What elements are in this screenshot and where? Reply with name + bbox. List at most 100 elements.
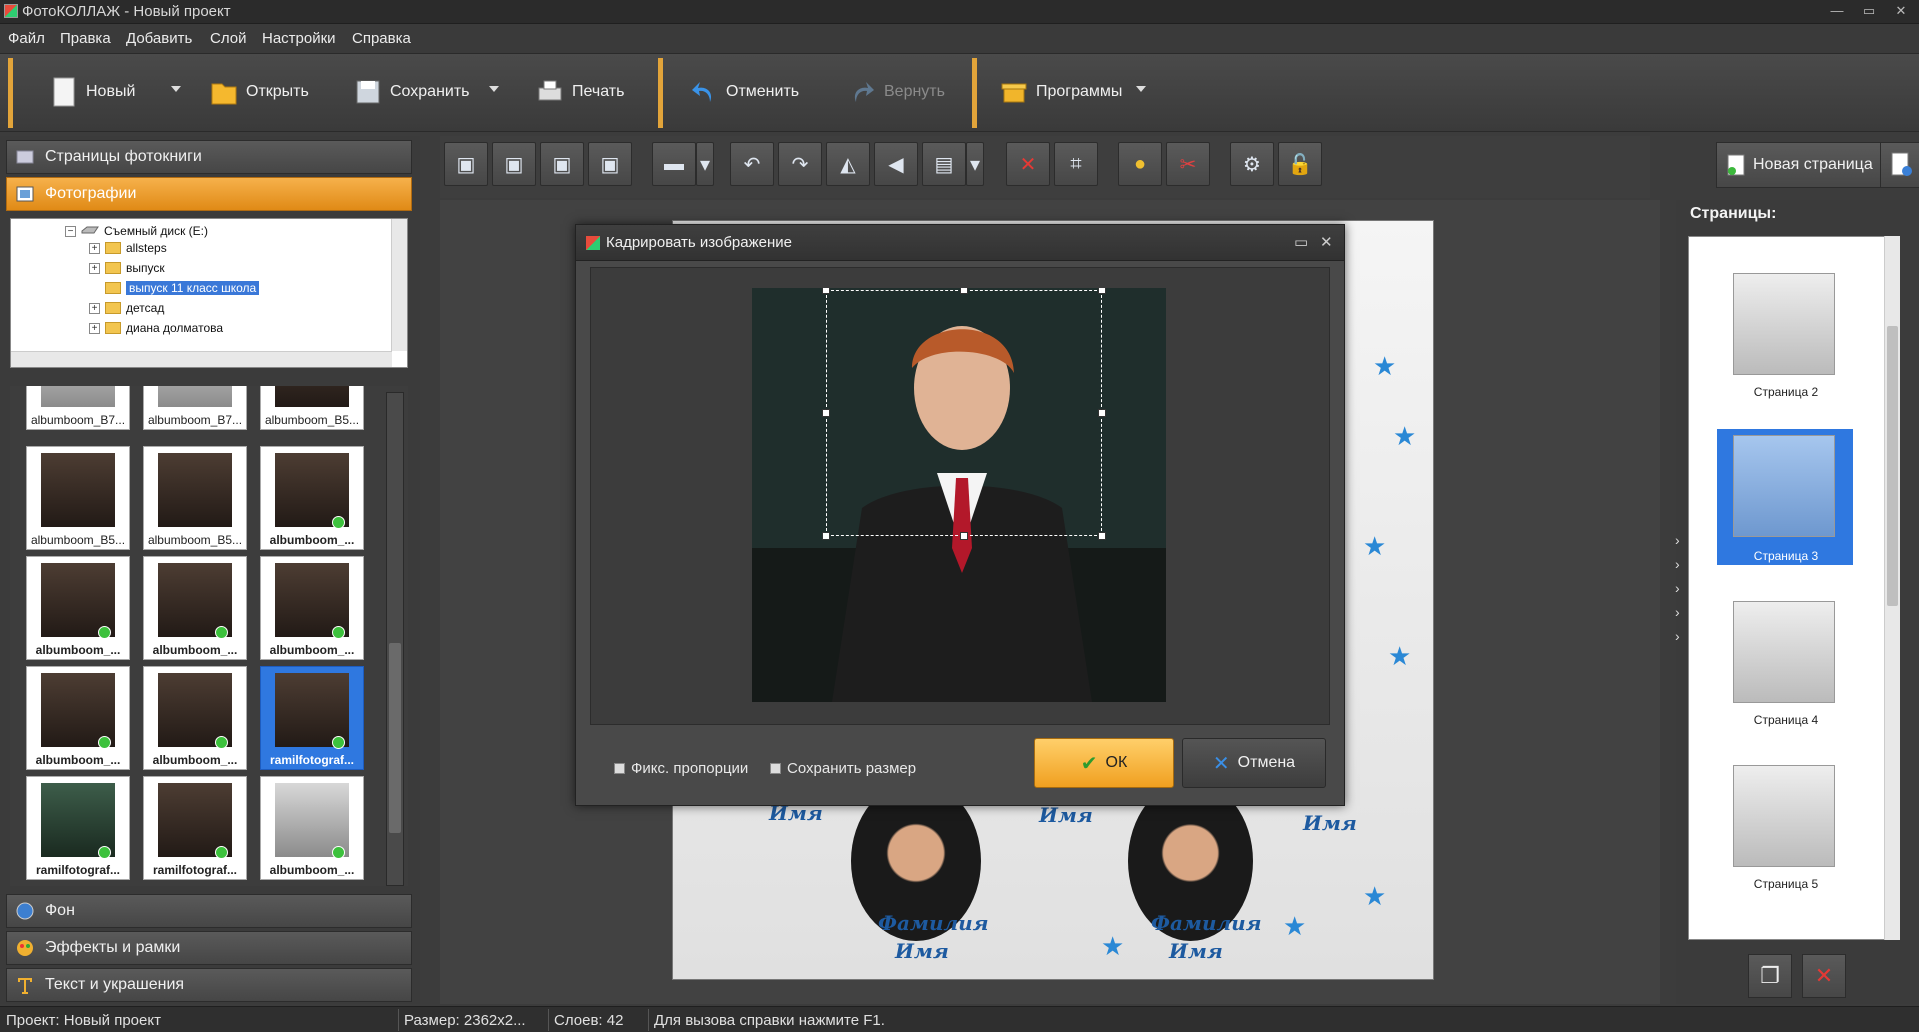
crop-handle[interactable] [822,532,830,540]
scrollbar-thumb[interactable] [1887,326,1898,606]
menu-settings[interactable]: Настройки [262,30,336,47]
photo-thumbnail[interactable]: albumboom_... [143,556,247,660]
photo-thumbnail[interactable]: albumboom_... [26,666,130,770]
expand-icon[interactable]: + [89,242,100,254]
save-button[interactable]: Сохранить [354,72,470,112]
maximize-icon[interactable]: ▭ [1294,233,1308,251]
undo-button[interactable]: Отменить [690,72,799,112]
collapse-icon[interactable]: − [65,225,76,237]
photo-thumbnail[interactable]: albumboom_... [143,666,247,770]
send-to-back-button[interactable]: ▣ [588,142,632,186]
new-dropdown-icon[interactable] [171,86,181,92]
menu-layer[interactable]: Слой [210,30,246,47]
menu-help[interactable]: Справка [352,30,411,47]
crop-photo[interactable] [752,288,1166,702]
settings-button[interactable]: ⚙ [1230,142,1274,186]
redo-button[interactable]: Вернуть [848,72,945,112]
surname-label[interactable]: Фамилия [878,911,989,935]
tree-item[interactable]: − Съемный диск (E:) [65,222,208,240]
menu-add[interactable]: Добавить [126,30,192,47]
keep-size-checkbox[interactable]: Сохранить размер [770,760,916,777]
name-label[interactable]: Имя [1169,939,1223,963]
expand-icon[interactable]: + [89,322,100,334]
name-label[interactable]: Имя [1303,811,1357,835]
photo-thumbnail[interactable]: albumboom_... [26,556,130,660]
chevron-right-icon[interactable]: › [1675,604,1680,620]
photo-thumbnail[interactable]: albumboom_B7... [143,386,247,430]
chevron-right-icon[interactable]: › [1675,556,1680,572]
page-thumbnail-selected[interactable] [1733,435,1835,537]
send-backward-button[interactable]: ▣ [540,142,584,186]
fit-dropdown-icon[interactable]: ▾ [966,142,984,186]
align-button[interactable]: ▬ [652,142,696,186]
bring-to-front-button[interactable]: ▣ [444,142,488,186]
fit-button[interactable]: ▤ [922,142,966,186]
crop-handle[interactable] [1098,288,1106,294]
crop-handle[interactable] [960,288,968,294]
accordion-photobook-pages[interactable]: Страницы фотокниги [6,140,412,174]
accordion-photos[interactable]: Фотографии [6,177,412,211]
close-icon[interactable]: ✕ [1320,233,1333,251]
expand-icon[interactable]: + [89,302,100,314]
thumbnails-scrollbar[interactable] [386,392,404,886]
chevron-right-icon[interactable]: › [1675,580,1680,596]
fix-proportions-checkbox[interactable]: Фикс. пропорции [614,760,748,777]
page-thumbnail[interactable] [1733,765,1835,867]
rotate-left-button[interactable]: ↶ [730,142,774,186]
tree-item-selected[interactable]: выпуск 11 класс школа [105,279,260,297]
page-settings-button[interactable] [1880,142,1919,188]
chevron-right-icon[interactable]: › [1675,532,1680,548]
accordion-background[interactable]: Фон [6,894,412,928]
photo-thumbnail[interactable]: ramilfotograf... [26,776,130,880]
align-dropdown-icon[interactable]: ▾ [696,142,714,186]
duplicate-page-button[interactable]: ❐ [1748,954,1792,998]
cancel-button[interactable]: ✕ Отмена [1182,738,1326,788]
save-dropdown-icon[interactable] [489,86,499,92]
crop-handle[interactable] [1098,532,1106,540]
bring-forward-button[interactable]: ▣ [492,142,536,186]
cut-button[interactable]: ✂ [1166,142,1210,186]
effects-button[interactable]: ● [1118,142,1162,186]
rotate-right-button[interactable]: ↷ [778,142,822,186]
programs-button[interactable]: Программы [1000,72,1122,112]
chevron-right-icon[interactable]: › [1675,628,1680,644]
accordion-effects[interactable]: Эффекты и рамки [6,931,412,965]
programs-dropdown-icon[interactable] [1136,86,1146,92]
surname-label[interactable]: Фамилия [1151,911,1262,935]
photo-thumbnail[interactable]: albumboom_B5... [143,446,247,550]
page-thumbnail[interactable] [1733,601,1835,703]
photo-thumbnail[interactable]: albumboom_B5... [26,446,130,550]
photo-thumbnail[interactable]: albumboom_... [260,776,364,880]
name-label[interactable]: Имя [1039,803,1093,827]
new-button[interactable]: Новый [50,72,135,112]
crop-handle[interactable] [822,409,830,417]
pages-list[interactable]: Страница 2 Страница 3 Страница 4 Страниц… [1688,236,1900,940]
accordion-text[interactable]: Текст и украшения [6,968,412,1002]
photo-thumbnail[interactable]: ramilfotograf... [143,776,247,880]
ok-button[interactable]: ✔ ОК [1034,738,1174,788]
checkbox-box[interactable] [770,763,781,774]
crop-handle[interactable] [960,532,968,540]
delete-layer-button[interactable]: ✕ [1006,142,1050,186]
crop-button[interactable]: ⌗ [1054,142,1098,186]
crop-selection[interactable] [826,290,1102,536]
open-button[interactable]: Открыть [210,72,309,112]
tree-horizontal-scrollbar[interactable] [11,351,392,367]
tree-item[interactable]: + детсад [89,299,164,317]
folder-tree[interactable]: − Съемный диск (E:) + allsteps + выпуск … [10,218,408,368]
photo-thumbnail-selected[interactable]: ramilfotograf... [260,666,364,770]
lock-button[interactable]: 🔓 [1278,142,1322,186]
tree-item[interactable]: + выпуск [89,259,165,277]
photo-thumbnail[interactable]: albumboom_B7... [26,386,130,430]
name-label[interactable]: Имя [895,939,949,963]
crop-handle[interactable] [1098,409,1106,417]
maximize-icon[interactable]: ▭ [1858,3,1880,21]
close-window-icon[interactable]: ✕ [1890,3,1912,21]
new-page-button[interactable]: Новая страница [1716,142,1884,188]
flip-horizontal-button[interactable]: ◭ [826,142,870,186]
photo-thumbnail[interactable]: albumboom_... [260,446,364,550]
checkbox-box[interactable] [614,763,625,774]
tree-vertical-scrollbar[interactable] [391,219,407,351]
dialog-title-bar[interactable]: Кадрировать изображение ▭ ✕ [576,225,1344,261]
photo-thumbnail[interactable]: albumboom_... [260,556,364,660]
